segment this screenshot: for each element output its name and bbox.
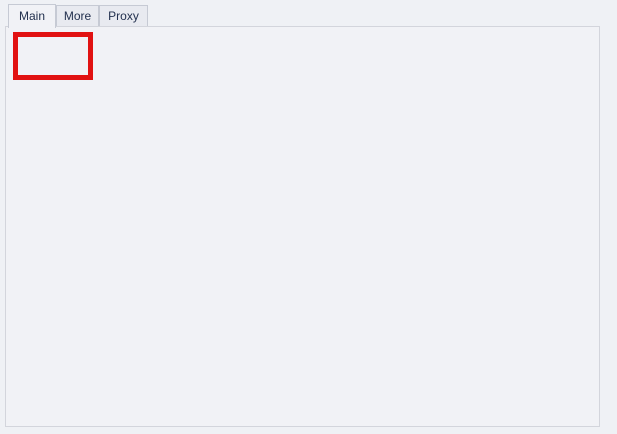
tab-main[interactable]: Main <box>8 4 56 28</box>
tab-proxy[interactable]: Proxy <box>99 5 148 26</box>
http-request-dialog: Main More Proxy Delete www URL http://lo… <box>0 0 617 434</box>
tab-more[interactable]: More <box>56 5 99 26</box>
tab-page-main <box>5 26 600 427</box>
